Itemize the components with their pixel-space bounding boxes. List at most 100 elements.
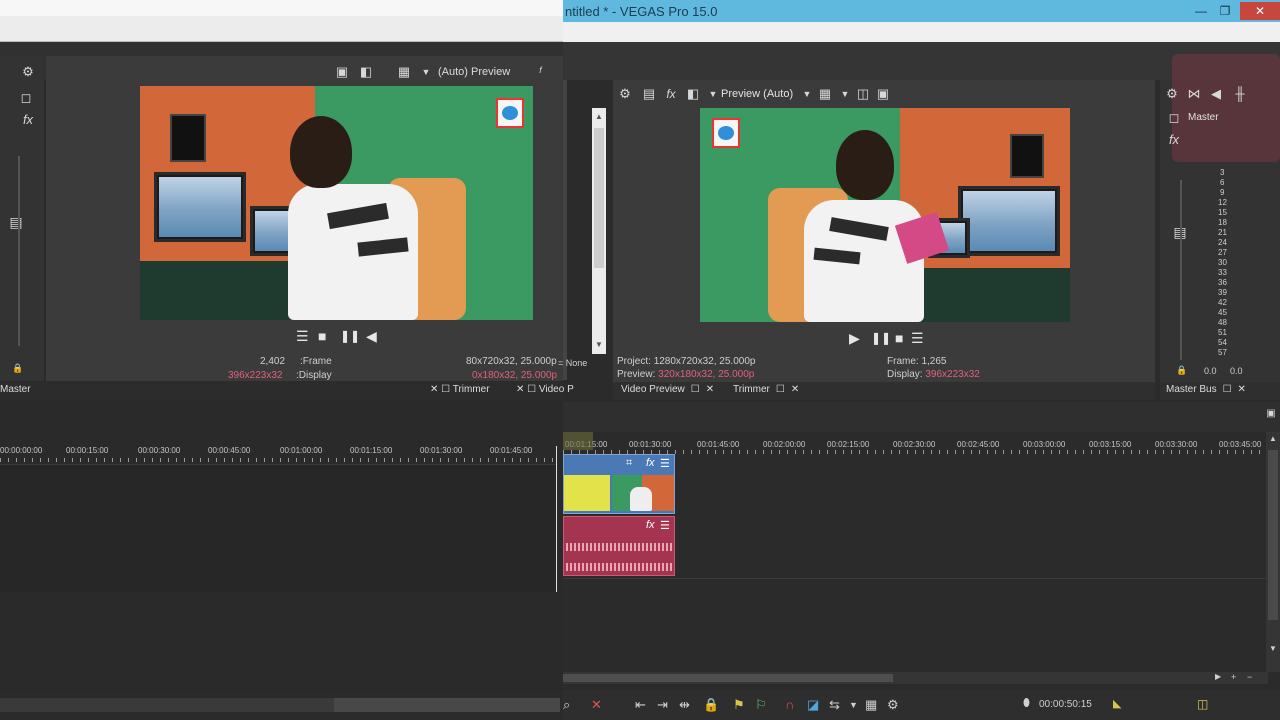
left-mixer-strip: ⚙ ◻ fx ▤ 🔒 bbox=[0, 56, 44, 381]
trim-start-icon[interactable]: ⇤ bbox=[635, 697, 646, 713]
delete-icon[interactable]: ✕ bbox=[591, 697, 602, 713]
marker-icon[interactable]: ⚑ bbox=[733, 697, 745, 713]
square-icon[interactable]: ◻ bbox=[18, 90, 34, 106]
preview-quality-select[interactable]: Preview (Auto) bbox=[721, 88, 793, 100]
left-timeline-area: 00:00:00:00 00:00:15:00 00:00:30:00 00:0… bbox=[0, 402, 563, 692]
fx-icon[interactable]: ᶠ bbox=[532, 64, 548, 80]
stop-icon[interactable]: ■ bbox=[318, 328, 326, 344]
menu-icon[interactable]: ☰ bbox=[911, 330, 924, 347]
pause-icon[interactable]: ❚❚ bbox=[871, 331, 891, 345]
tab-video-preview-mirrored[interactable]: ✕ ☐ Video P bbox=[516, 384, 574, 395]
split-screen-icon[interactable]: ◧ bbox=[685, 86, 701, 102]
play-icon[interactable]: ▶ bbox=[849, 330, 860, 347]
lock-envelopes-icon[interactable]: ▦ bbox=[865, 697, 877, 713]
left-window-titlebar bbox=[0, 0, 563, 16]
copy-snapshot-icon[interactable]: ◫ bbox=[855, 86, 871, 102]
tab-video-preview[interactable]: Video Preview ☐ ✕ bbox=[621, 384, 714, 395]
downmix-icon[interactable]: ⋈ bbox=[1186, 86, 1202, 102]
master-meter-scale: 3 6 9 12 15 18 21 24 27 30 33 36 39 42 4… bbox=[1218, 168, 1227, 357]
zoom-icon[interactable]: ⌕ bbox=[563, 697, 570, 713]
audio-clip[interactable]: fx ☰ bbox=[563, 516, 675, 576]
lock-icon[interactable]: 🔒 bbox=[703, 697, 719, 713]
timeline-hscrollbar[interactable]: ▶ + − bbox=[563, 672, 1268, 684]
preview-quality-mirrored[interactable]: (Auto) Preview bbox=[438, 66, 510, 78]
fader-track[interactable] bbox=[18, 156, 20, 346]
left-hscroll-thumb[interactable] bbox=[0, 698, 334, 712]
square-icon[interactable]: ◻ bbox=[1166, 110, 1182, 126]
left-ruler-ticks bbox=[0, 458, 556, 462]
overlay-icon[interactable]: ◧ bbox=[358, 64, 374, 80]
explorer-scrollbar[interactable]: ▲ ▼ bbox=[592, 108, 606, 354]
edit-toolbar: ⌕ ✕ ⇤ ⇥ ⇹ 🔒 ⚑ ⚐ ∩ ◪ ⇆ ▼ ▦ ⚙ ⬮ 00:00:50:1… bbox=[563, 690, 1280, 720]
chevron-down-icon[interactable]: ▼ bbox=[837, 86, 853, 102]
menu-icon[interactable]: ☰ bbox=[296, 328, 309, 345]
video-preview-panel: ⚙ ▤ fx ◧ ▼ Preview (Auto) ▼ ▦ ▼ ◫ ▣ ▶ ❚❚… bbox=[613, 80, 1155, 382]
play-mirrored-icon[interactable]: ◀ bbox=[366, 328, 377, 345]
timeline-top-strip bbox=[563, 402, 1280, 432]
chevron-down-icon[interactable]: ▼ bbox=[799, 86, 815, 102]
tab-trimmer-mirrored[interactable]: ✕ ☐ Trimmer bbox=[430, 384, 490, 395]
track-lane-divider bbox=[563, 578, 1268, 579]
crop-icon[interactable]: ⌗ bbox=[626, 457, 632, 470]
fx-icon[interactable]: fx bbox=[646, 457, 655, 469]
trim-end-icon[interactable]: ⇥ bbox=[657, 697, 668, 713]
left-frame-value: 2,402 bbox=[260, 356, 286, 367]
left-edge-text: = None bbox=[558, 358, 588, 368]
master-label: Master bbox=[1188, 112, 1219, 123]
snapping-icon[interactable]: ∩ bbox=[785, 697, 794, 712]
gear-icon[interactable]: ⚙ bbox=[20, 64, 36, 80]
left-scrollbar-strip bbox=[563, 80, 567, 380]
tab-master-mirrored[interactable]: Master bbox=[0, 384, 31, 395]
left-timeline-cursor bbox=[556, 446, 557, 592]
save-snapshot-icon[interactable]: ▣ bbox=[334, 64, 350, 80]
lock-icon[interactable]: 🔒 bbox=[1174, 362, 1190, 378]
chevron-down-icon[interactable]: ▼ bbox=[705, 86, 721, 102]
grid-icon[interactable]: ▦ bbox=[396, 64, 412, 80]
speaker-icon[interactable]: ◀ bbox=[1208, 86, 1224, 102]
tab-trimmer[interactable]: Trimmer ☐ ✕ bbox=[733, 384, 799, 395]
brand-logo bbox=[712, 118, 740, 148]
left-tabbar: Master ✕ ☐ Trimmer ✕ ☐ Video P bbox=[0, 382, 574, 400]
left-hscroll-track bbox=[334, 698, 560, 712]
chevron-down-icon[interactable]: ▼ bbox=[418, 64, 434, 80]
fx-icon[interactable]: fx bbox=[20, 112, 36, 128]
maximize-button[interactable]: ❐ bbox=[1211, 2, 1239, 20]
fx-icon[interactable]: fx bbox=[646, 519, 655, 531]
left-timeline-ruler: 00:00:00:00 00:00:15:00 00:00:30:00 00:0… bbox=[0, 446, 533, 455]
loop-region[interactable] bbox=[563, 432, 593, 450]
playhead-marker-icon: ⬮ bbox=[1023, 697, 1030, 709]
fx-icon[interactable]: fx bbox=[1166, 132, 1182, 148]
fader-icon[interactable]: ▤ bbox=[8, 214, 24, 230]
left-display-value: 396x223x32 bbox=[228, 370, 283, 381]
stop-icon[interactable]: ■ bbox=[895, 330, 903, 346]
close-button[interactable]: ✕ bbox=[1240, 2, 1280, 20]
tab-master-bus[interactable]: Master Bus ☐ ✕ bbox=[1166, 384, 1246, 395]
gear-icon[interactable]: ⚙ bbox=[1164, 86, 1180, 102]
ripple-edit-icon[interactable]: ⇆ bbox=[829, 697, 840, 713]
project-info: Project: 1280x720x32, 25.000p bbox=[617, 356, 756, 367]
grid-icon[interactable]: ▦ bbox=[817, 86, 833, 102]
selection-icon[interactable]: ◫ bbox=[1197, 697, 1208, 711]
loop-marker-icon: ◣ bbox=[1113, 698, 1122, 710]
master-readout-left: 0.0 bbox=[1204, 366, 1217, 376]
properties-icon[interactable]: ▤ bbox=[641, 86, 657, 102]
split-icon[interactable]: ⇹ bbox=[679, 697, 690, 713]
marker-icon[interactable]: ▣ bbox=[1263, 406, 1279, 422]
region-icon[interactable]: ⚐ bbox=[755, 697, 767, 713]
display-info: Display: 396x223x32 bbox=[887, 369, 980, 380]
ignore-grouping-icon[interactable]: ⚙ bbox=[887, 697, 899, 713]
mixer-icon[interactable]: ╫ bbox=[1232, 86, 1248, 102]
video-clip[interactable]: ⌗ fx ☰ bbox=[563, 454, 675, 514]
menu-icon[interactable]: ☰ bbox=[660, 457, 670, 470]
menu-icon[interactable]: ☰ bbox=[660, 519, 670, 532]
pause-icon[interactable]: ❚❚ bbox=[340, 329, 360, 343]
lock-icon[interactable]: 🔒 bbox=[10, 360, 26, 376]
chevron-down-icon[interactable]: ▼ bbox=[849, 700, 858, 710]
left-track-area bbox=[0, 464, 556, 592]
auto-crossfade-icon[interactable]: ◪ bbox=[807, 697, 819, 713]
fx-icon[interactable]: fx bbox=[663, 86, 679, 102]
master-fader-track[interactable] bbox=[1180, 180, 1182, 360]
timeline-vscrollbar[interactable]: ▲ ▼ bbox=[1266, 432, 1280, 672]
save-snapshot-icon[interactable]: ▣ bbox=[875, 86, 891, 102]
gear-icon[interactable]: ⚙ bbox=[617, 86, 633, 102]
